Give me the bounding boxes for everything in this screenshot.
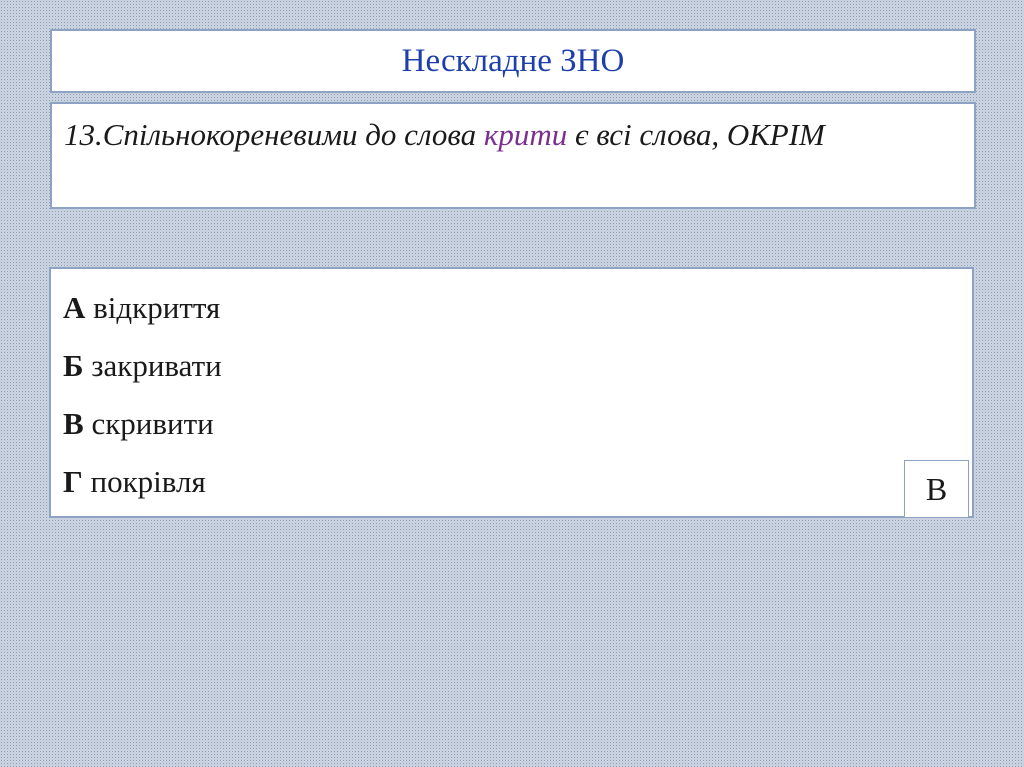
page-title: Нескладне ЗНО <box>401 42 625 79</box>
answer-box: В <box>904 460 969 518</box>
option-a: А відкриття <box>63 279 960 337</box>
question-suffix: є всі слова, ОКРІМ <box>567 117 825 152</box>
option-h: Г покрівля <box>63 453 960 511</box>
option-letter: А <box>63 290 86 325</box>
options-box: А відкриття Б закривати В скривити Г пок… <box>49 267 974 518</box>
option-text: покрівля <box>90 464 206 499</box>
option-b: Б закривати <box>63 337 960 395</box>
option-letter: В <box>63 406 84 441</box>
option-text: закривати <box>91 348 222 383</box>
option-v: В скривити <box>63 395 960 453</box>
question-prefix: 13.Спільнокореневими до слова <box>64 117 484 152</box>
option-text: скривити <box>91 406 214 441</box>
question-keyword: крити <box>483 117 568 152</box>
option-letter: Г <box>63 464 83 499</box>
option-letter: Б <box>63 348 84 383</box>
question-text: 13.Спільнокореневими до слова крити є вс… <box>64 116 962 154</box>
answer-letter: В <box>925 470 948 507</box>
question-box: 13.Спільнокореневими до слова крити є вс… <box>50 102 976 209</box>
option-text: відкриття <box>93 290 221 325</box>
title-box: Нескладне ЗНО <box>50 29 976 93</box>
